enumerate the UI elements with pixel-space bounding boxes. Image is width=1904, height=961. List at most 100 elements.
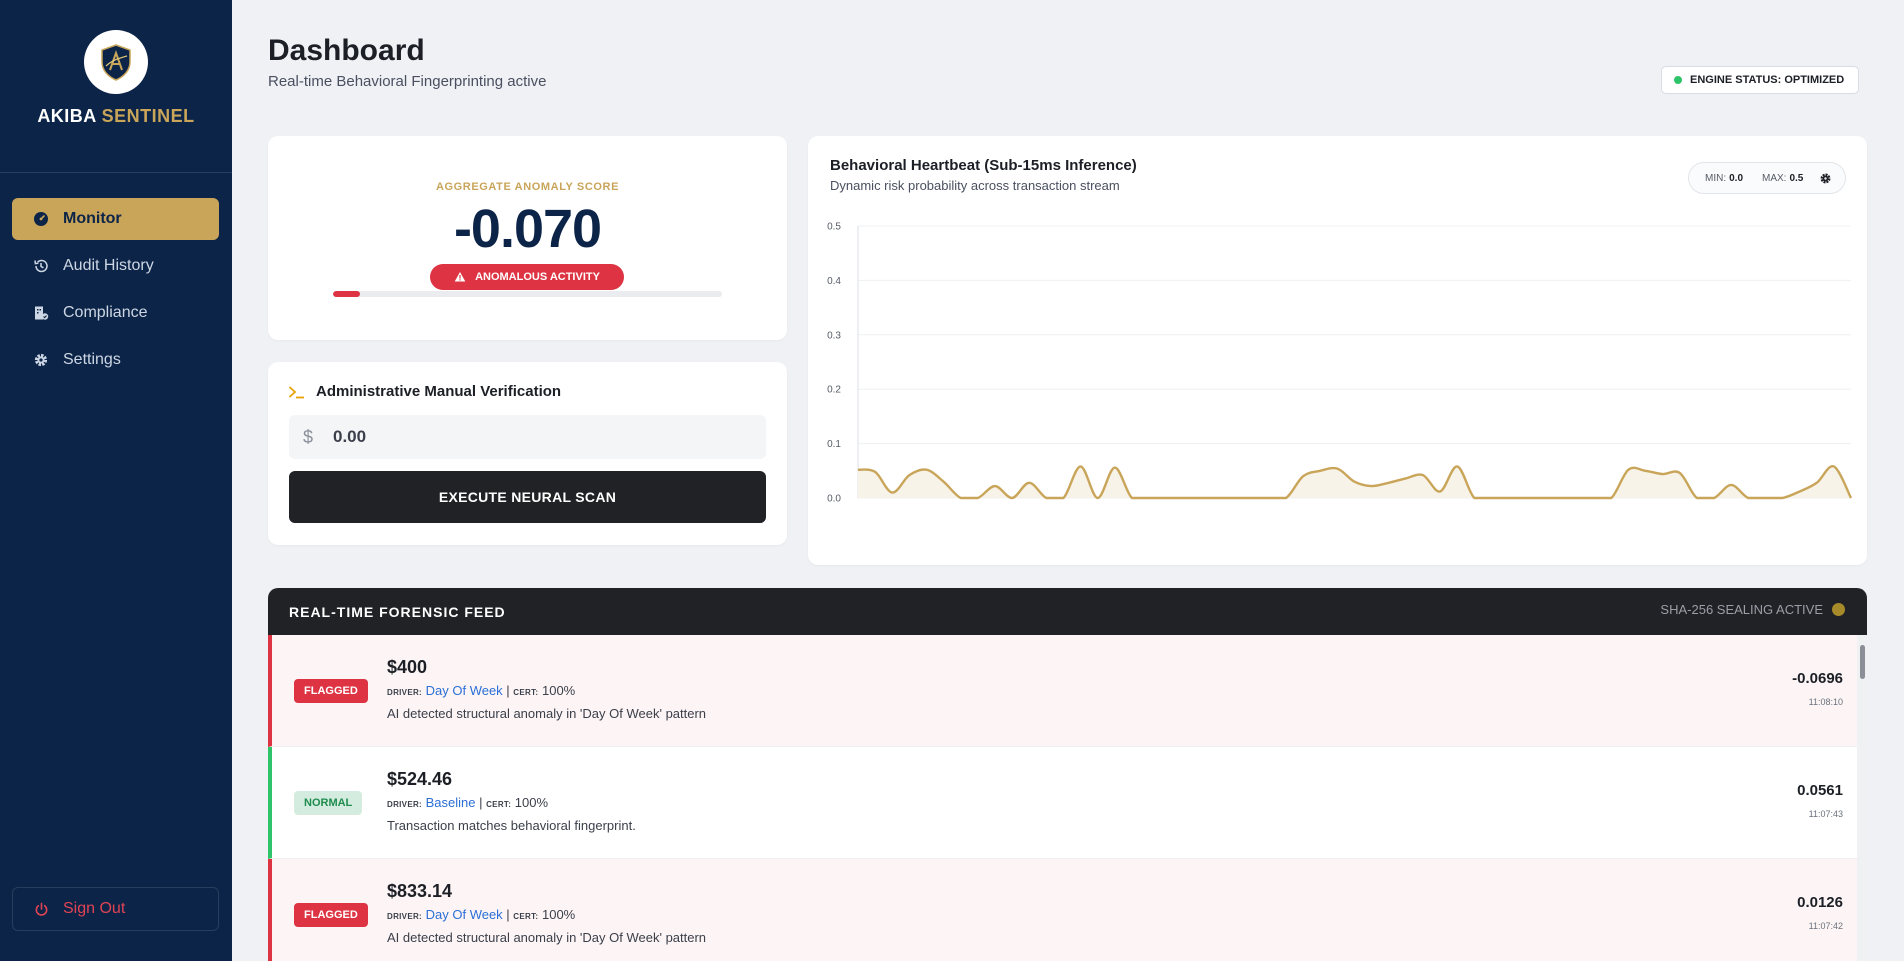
page-subtitle: Real-time Behavioral Fingerprinting acti… <box>268 73 547 90</box>
gear-icon[interactable] <box>1819 172 1832 185</box>
driver-link[interactable]: Baseline <box>426 795 476 810</box>
sign-out-button[interactable]: Sign Out <box>12 887 219 931</box>
feed-title: REAL-TIME FORENSIC FEED <box>289 603 506 620</box>
row-amount: $524.46 <box>387 769 453 789</box>
driver-key: DRIVER: <box>387 800 422 809</box>
driver-key: DRIVER: <box>387 912 422 921</box>
terminal-icon <box>288 386 304 399</box>
chart-y-tick-label: 0.4 <box>827 276 841 287</box>
cert-value: 100% <box>541 907 576 922</box>
row-description: Transaction matches behavioral fingerpri… <box>387 818 636 833</box>
chart-range-controls: MIN: 0.0 MAX: 0.5 <box>1688 162 1846 194</box>
behavioral-heartbeat-card: 0.0 0.1 0.2 0.3 0.4 0.5 Behavioral Heartbeat … <box>808 136 1867 565</box>
cert-value: 100% <box>541 683 576 698</box>
brand-block: AKIBA SENTINEL <box>0 30 232 127</box>
cert-key: CERT: <box>513 688 539 697</box>
max-value: 0.5 <box>1789 172 1804 184</box>
sidebar: AKIBA SENTINEL Monitor Audit History Com… <box>0 0 232 961</box>
score-progress-bar <box>333 291 722 297</box>
building-check-icon <box>35 306 49 320</box>
sidebar-item-label: Monitor <box>63 210 122 227</box>
page-title: Dashboard <box>268 34 425 67</box>
row-description: AI detected structural anomaly in 'Day O… <box>387 930 707 945</box>
chart-title: Behavioral Heartbeat (Sub-15ms Inference… <box>830 157 1137 174</box>
sidebar-item-label: Compliance <box>63 304 148 321</box>
status-badge: NORMAL <box>294 791 363 815</box>
sidebar-item-label: Settings <box>63 351 121 368</box>
chart-y-tick-label: 0.3 <box>827 330 841 341</box>
row-score: 0.0126 <box>1797 894 1843 911</box>
sidebar-divider <box>0 172 232 173</box>
driver-link[interactable]: Day Of Week <box>426 907 503 922</box>
chart-y-tick-label: 0.0 <box>827 494 841 505</box>
brand-name-part1: AKIBA <box>37 106 97 126</box>
score-label: AGGREGATE ANOMALY SCORE <box>435 181 620 193</box>
row-meta: DRIVER: Baseline | CERT: 100% <box>387 795 549 810</box>
row-amount: $400 <box>387 657 428 677</box>
sign-out-label: Sign Out <box>63 900 126 917</box>
currency-symbol: $ <box>303 426 314 447</box>
seal-dot-icon <box>1832 603 1845 616</box>
manual-verification-card: Administrative Manual Verification $ EXE… <box>268 362 787 545</box>
feed-scrollbar[interactable] <box>1857 635 1867 961</box>
cert-key: CERT: <box>513 912 539 921</box>
amount-input-wrapper: $ <box>289 415 766 459</box>
status-badge: FLAGGED <box>294 903 368 927</box>
chart-y-tick-label: 0.1 <box>827 439 841 450</box>
heartbeat-chart: 0.0 0.1 0.2 0.3 0.4 0.5 <box>827 222 1853 505</box>
sidebar-item-settings[interactable]: Settings <box>12 339 219 381</box>
power-icon <box>35 902 48 916</box>
score-progress-fill <box>333 291 361 297</box>
feed-header: REAL-TIME FORENSIC FEED SHA-256 SEALING … <box>268 588 1867 635</box>
gear-icon <box>34 353 48 367</box>
row-timestamp: 11:08:10 <box>1808 697 1843 707</box>
row-score: 0.0561 <box>1797 782 1843 799</box>
status-badge: ANOMALOUS ACTIVITY <box>430 264 624 290</box>
sealing-status: SHA-256 SEALING ACTIVE <box>1660 602 1845 617</box>
forensic-feed: REAL-TIME FORENSIC FEED SHA-256 SEALING … <box>268 588 1867 961</box>
table-row[interactable]: FLAGGED $400 DRIVER: Day Of Week | CERT:… <box>268 635 1867 747</box>
row-description: AI detected structural anomaly in 'Day O… <box>387 706 707 721</box>
warning-triangle-icon <box>454 272 466 282</box>
table-row[interactable]: NORMAL $524.46 DRIVER: Baseline | CERT: … <box>268 747 1867 859</box>
sidebar-item-monitor[interactable]: Monitor <box>12 198 219 240</box>
execute-neural-scan-button[interactable]: EXECUTE NEURAL SCAN <box>289 471 766 523</box>
status-dot-icon <box>1674 76 1682 84</box>
min-value: 0.0 <box>1729 172 1744 184</box>
row-meta: DRIVER: Day Of Week | CERT: 100% <box>387 683 576 698</box>
shield-logo-icon <box>84 30 148 94</box>
cert-key: CERT: <box>486 800 512 809</box>
brand-name-part2: SENTINEL <box>101 106 195 126</box>
sealing-text: SHA-256 SEALING ACTIVE <box>1660 602 1823 617</box>
history-icon <box>34 259 48 273</box>
status-badge-text: ANOMALOUS ACTIVITY <box>475 271 600 283</box>
sidebar-item-compliance[interactable]: Compliance <box>12 292 219 334</box>
amount-input[interactable] <box>333 427 733 447</box>
min-label: MIN: <box>1705 172 1727 184</box>
engine-status-text: ENGINE STATUS: OPTIMIZED <box>1690 74 1845 86</box>
anomaly-score-card: AGGREGATE ANOMALY SCORE -0.070 ANOMALOUS… <box>268 136 787 340</box>
cert-value: 100% <box>514 795 549 810</box>
chart-y-tick-label: 0.5 <box>827 222 841 233</box>
row-timestamp: 11:07:42 <box>1808 921 1843 931</box>
row-score: -0.0696 <box>1792 670 1843 687</box>
row-amount: $833.14 <box>387 881 453 901</box>
status-badge: FLAGGED <box>294 679 368 703</box>
brand-name: AKIBA SENTINEL <box>0 106 232 127</box>
row-timestamp: 11:07:43 <box>1808 809 1843 819</box>
sidebar-item-label: Audit History <box>63 257 154 274</box>
max-label: MAX: <box>1762 172 1787 184</box>
engine-status-badge: ENGINE STATUS: OPTIMIZED <box>1661 66 1860 94</box>
chart-y-tick-label: 0.2 <box>827 385 841 396</box>
gauge-icon <box>34 212 48 226</box>
driver-key: DRIVER: <box>387 688 422 697</box>
table-row[interactable]: FLAGGED $833.14 DRIVER: Day Of Week | CE… <box>268 859 1867 961</box>
scrollbar-thumb[interactable] <box>1860 645 1865 679</box>
sidebar-item-audit-history[interactable]: Audit History <box>12 245 219 287</box>
row-meta: DRIVER: Day Of Week | CERT: 100% <box>387 907 576 922</box>
driver-link[interactable]: Day Of Week <box>426 683 503 698</box>
verification-title: Administrative Manual Verification <box>316 383 562 400</box>
sidebar-nav: Monitor Audit History Compliance Setting… <box>12 198 219 386</box>
score-value: -0.070 <box>453 199 602 259</box>
chart-subtitle: Dynamic risk probability across transact… <box>830 178 1120 193</box>
